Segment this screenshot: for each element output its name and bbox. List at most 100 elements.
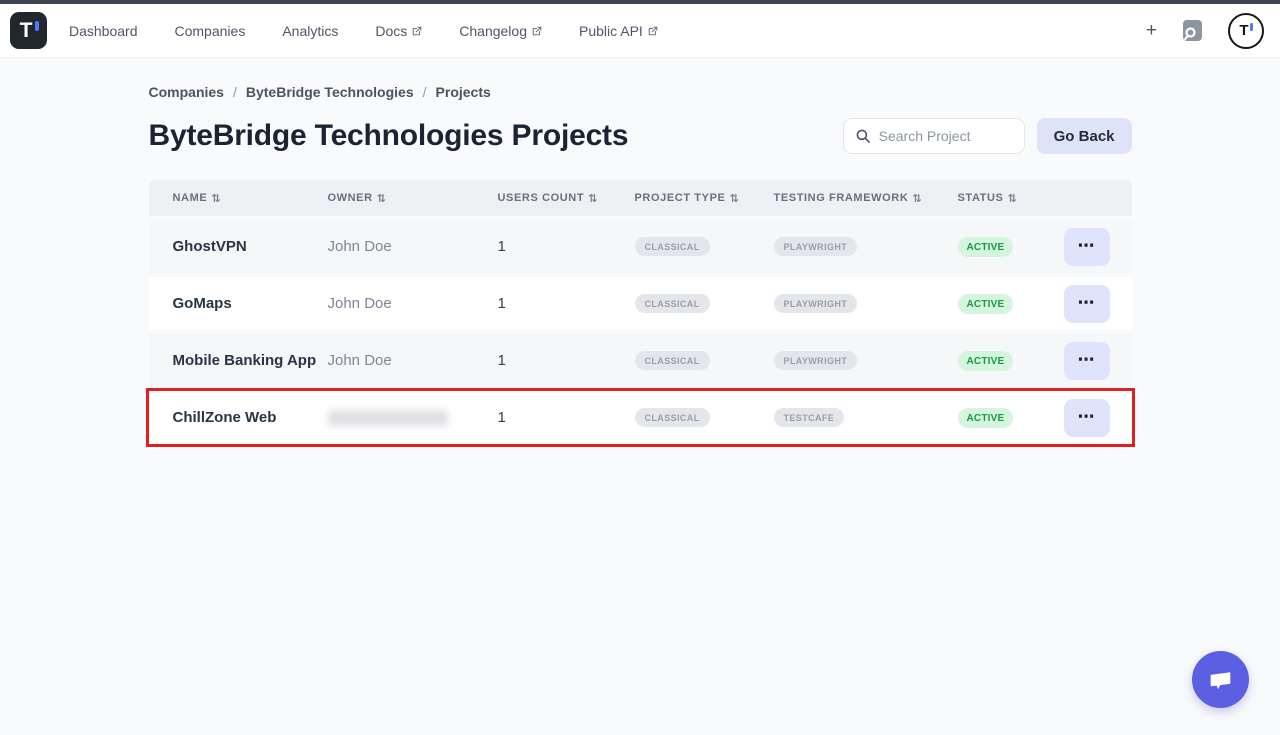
actions-cell: ⋯ [1050,342,1132,380]
project-type-badge: CLASSICAL [635,351,710,370]
table-row-mobile-banking-app[interactable]: Mobile Banking AppJohn Doe1CLASSICAL PLAY… [149,334,1132,387]
owner-cell: John Doe [328,352,498,369]
app-logo-tick [35,21,39,31]
testing-framework-badge: TESTCAFE [774,408,845,427]
table-header-row: NAME⇅OWNER⇅USERS COUNT⇅PROJECT TYPE⇅TEST… [149,180,1132,216]
column-label: NAME [173,192,208,204]
navbar: T Dashboard Companies Analytics Docs Changel… [0,4,1280,58]
breadcrumb-item-bytebridge-technologies[interactable]: ByteBridge Technologies [246,84,414,100]
column-header-users-count[interactable]: USERS COUNT⇅ [498,192,635,205]
external-link-icon [412,23,422,39]
more-actions-button[interactable]: ⋯ [1064,342,1110,380]
testing-framework-cell: TESTCAFE [774,408,958,427]
project-name-cell: ChillZone Web [173,409,328,426]
avatar-letter: T [1239,23,1248,38]
column-label: STATUS [958,192,1004,204]
project-name-cell: Mobile Banking App [173,352,328,369]
column-header-testing-framework[interactable]: TESTING FRAMEWORK⇅ [774,192,958,205]
owner-cell: John Doe [328,238,498,255]
sort-icon: ⇅ [211,192,221,205]
project-name-cell: GhostVPN [173,238,328,255]
chat-launcher-button[interactable] [1192,651,1249,708]
navbar-right: + T [1146,13,1264,49]
status-cell: ACTIVE [958,408,1050,428]
breadcrumb: Companies/ByteBridge Technologies/Projec… [149,84,1132,100]
users-count-cell: 1 [498,352,635,369]
document-search-icon[interactable] [1183,20,1202,41]
title-row: ByteBridge Technologies Projects Go Back [149,118,1132,154]
search-project-input[interactable] [879,128,1014,144]
column-label: TESTING FRAMEWORK [774,192,909,204]
sort-icon: ⇅ [588,192,598,205]
project-type-badge: CLASSICAL [635,237,710,256]
column-label: PROJECT TYPE [635,192,726,204]
table-row-gomaps[interactable]: GoMapsJohn Doe1CLASSICAL PLAYWRIGHTACTIVE… [149,277,1132,330]
project-name-cell: GoMaps [173,295,328,312]
nav-item-docs[interactable]: Docs [375,23,422,39]
testing-framework-badge: PLAYWRIGHT [774,351,858,370]
page-title: ByteBridge Technologies Projects [149,119,629,153]
app-logo[interactable]: T [10,12,47,49]
status-badge: ACTIVE [958,294,1014,314]
sort-icon: ⇅ [377,192,387,205]
more-actions-icon: ⋯ [1078,238,1096,255]
testing-framework-badge: PLAYWRIGHT [774,237,858,256]
nav-item-changelog[interactable]: Changelog [459,23,542,39]
sort-icon: ⇅ [912,192,922,205]
more-actions-icon: ⋯ [1078,409,1096,426]
project-type-cell: CLASSICAL [635,351,774,370]
more-actions-button[interactable]: ⋯ [1064,399,1110,437]
testing-framework-cell: PLAYWRIGHT [774,351,958,370]
sort-icon: ⇅ [1007,192,1017,205]
search-icon [855,128,871,144]
column-header-owner[interactable]: OWNER⇅ [328,192,498,205]
user-avatar[interactable]: T [1228,13,1264,49]
avatar-tick [1250,23,1253,31]
status-cell: ACTIVE [958,294,1050,314]
project-type-cell: CLASSICAL [635,408,774,427]
nav-links: Dashboard Companies Analytics Docs Changelog… [69,23,658,39]
sort-icon: ⇅ [729,192,739,205]
nav-item-public-api[interactable]: Public API [579,23,658,39]
users-count-cell: 1 [498,295,635,312]
add-icon[interactable]: + [1146,21,1157,40]
status-badge: ACTIVE [958,351,1014,371]
title-actions: Go Back [843,118,1132,154]
breadcrumb-item-projects[interactable]: Projects [436,84,491,100]
external-link-icon [532,23,542,39]
project-type-badge: CLASSICAL [635,294,710,313]
table-row-chillzone-web[interactable]: ChillZone Web1CLASSICALTESTCAFEACTIVE⋯ [149,391,1132,444]
more-actions-icon: ⋯ [1078,295,1096,312]
nav-item-analytics[interactable]: Analytics [282,23,338,39]
chat-bubble-icon [1207,668,1234,692]
project-type-badge: CLASSICAL [635,408,710,427]
nav-item-dashboard[interactable]: Dashboard [69,23,138,39]
main-content: Companies/ByteBridge Technologies/Projec… [149,58,1132,444]
nav-item-companies[interactable]: Companies [175,23,246,39]
breadcrumb-separator: / [233,84,237,100]
breadcrumb-item-companies[interactable]: Companies [149,84,224,100]
owner-redacted-blur [328,410,448,426]
owner-cell [328,410,498,426]
actions-cell: ⋯ [1050,399,1132,437]
projects-table: NAME⇅OWNER⇅USERS COUNT⇅PROJECT TYPE⇅TEST… [149,180,1132,444]
status-cell: ACTIVE [958,237,1050,257]
column-header-status[interactable]: STATUS⇅ [958,192,1050,205]
more-actions-button[interactable]: ⋯ [1064,228,1110,266]
testing-framework-cell: PLAYWRIGHT [774,294,958,313]
status-badge: ACTIVE [958,237,1014,257]
users-count-cell: 1 [498,238,635,255]
column-header-project-type[interactable]: PROJECT TYPE⇅ [635,192,774,205]
search-project-box[interactable] [843,118,1025,154]
column-header-name[interactable]: NAME⇅ [173,192,328,205]
table-row-ghostvpn[interactable]: GhostVPNJohn Doe1CLASSICAL PLAYWRIGHT ACTI… [149,220,1132,273]
actions-cell: ⋯ [1050,285,1132,323]
project-type-cell: CLASSICAL [635,237,774,256]
go-back-button[interactable]: Go Back [1037,118,1132,154]
project-type-cell: CLASSICAL [635,294,774,313]
more-actions-button[interactable]: ⋯ [1064,285,1110,323]
status-cell: ACTIVE [958,351,1050,371]
app-logo-letter: T [20,20,33,41]
column-label: USERS COUNT [498,192,585,204]
owner-cell: John Doe [328,295,498,312]
